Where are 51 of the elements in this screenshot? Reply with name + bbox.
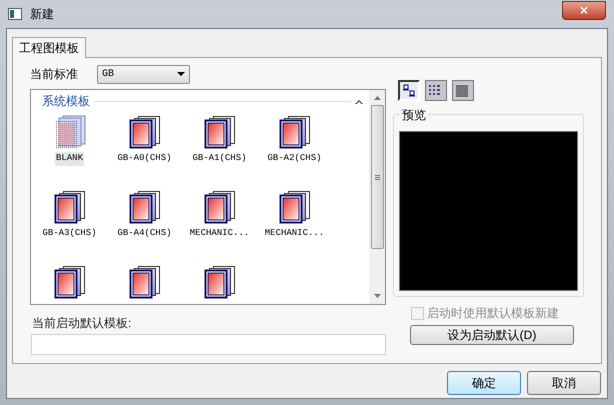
- template-item[interactable]: GB-A3(CHS): [32, 185, 107, 260]
- template-name: GB-A1(CHS): [191, 152, 248, 165]
- template-pages-icon: [204, 265, 236, 299]
- cancel-button[interactable]: 取消: [527, 371, 601, 395]
- template-item[interactable]: GB-A4(CHS): [107, 185, 182, 260]
- standard-label: 当前标准: [30, 66, 79, 83]
- template-item[interactable]: BLANK: [32, 110, 107, 185]
- template-pages-icon: [54, 190, 86, 224]
- template-name: BLANK: [54, 152, 84, 166]
- ok-button[interactable]: 确定: [447, 371, 521, 395]
- template-pages-icon: [204, 115, 236, 149]
- list-view-button[interactable]: [425, 80, 447, 101]
- details-view-button[interactable]: [452, 80, 474, 101]
- template-pages-icon: [54, 265, 86, 299]
- vertical-scrollbar[interactable]: [369, 90, 385, 304]
- template-pages-icon: [128, 190, 160, 224]
- template-pages-icon: [128, 115, 160, 149]
- template-item[interactable]: MECHANIC...: [257, 185, 332, 260]
- group-header: 系统模板: [42, 93, 90, 110]
- blank-template-icon: [54, 115, 86, 149]
- grip-icon: [374, 174, 380, 180]
- template-pages-icon: [128, 265, 160, 299]
- scroll-down-icon[interactable]: [374, 294, 380, 298]
- app-icon: [8, 8, 22, 20]
- template-pages-icon: [278, 115, 310, 149]
- template-pages-icon: [204, 190, 236, 224]
- window-title: 新建: [30, 6, 54, 23]
- template-item[interactable]: GB-A2(CHS): [257, 110, 332, 185]
- template-name: MECHANIC...: [188, 227, 250, 240]
- template-item[interactable]: GB-A1(CHS): [182, 110, 257, 185]
- startup-template-field[interactable]: [31, 334, 386, 355]
- template-name: GB-A2(CHS): [266, 152, 322, 165]
- large-icons-view-icon: [400, 82, 418, 99]
- template-pages-icon: [278, 190, 310, 224]
- checkbox-label: 启动时使用默认模板新建: [427, 305, 559, 322]
- template-name: MECHANIC...: [264, 227, 326, 240]
- scroll-thumb[interactable]: [370, 105, 384, 249]
- set-default-button[interactable]: 设为启动默认(D): [410, 325, 574, 345]
- template-name: GB-A0(CHS): [116, 152, 172, 165]
- dropdown-arrow-icon: [177, 72, 185, 76]
- standard-dropdown[interactable]: GB: [97, 64, 190, 84]
- large-icons-view-button[interactable]: [398, 80, 420, 101]
- preview-label: 预览: [400, 106, 428, 124]
- tab[interactable]: 工程图模板: [12, 37, 86, 58]
- template-item[interactable]: MECHANIC...: [182, 185, 257, 260]
- template-item[interactable]: GB-A0(CHS): [107, 110, 182, 185]
- scroll-up-icon[interactable]: [374, 96, 380, 100]
- template-name: GB-A4(CHS): [116, 227, 172, 240]
- collapse-chevron-icon[interactable]: [355, 98, 363, 104]
- template-name: GB-A3(CHS): [41, 227, 98, 240]
- startup-template-label: 当前启动默认模板:: [32, 315, 132, 332]
